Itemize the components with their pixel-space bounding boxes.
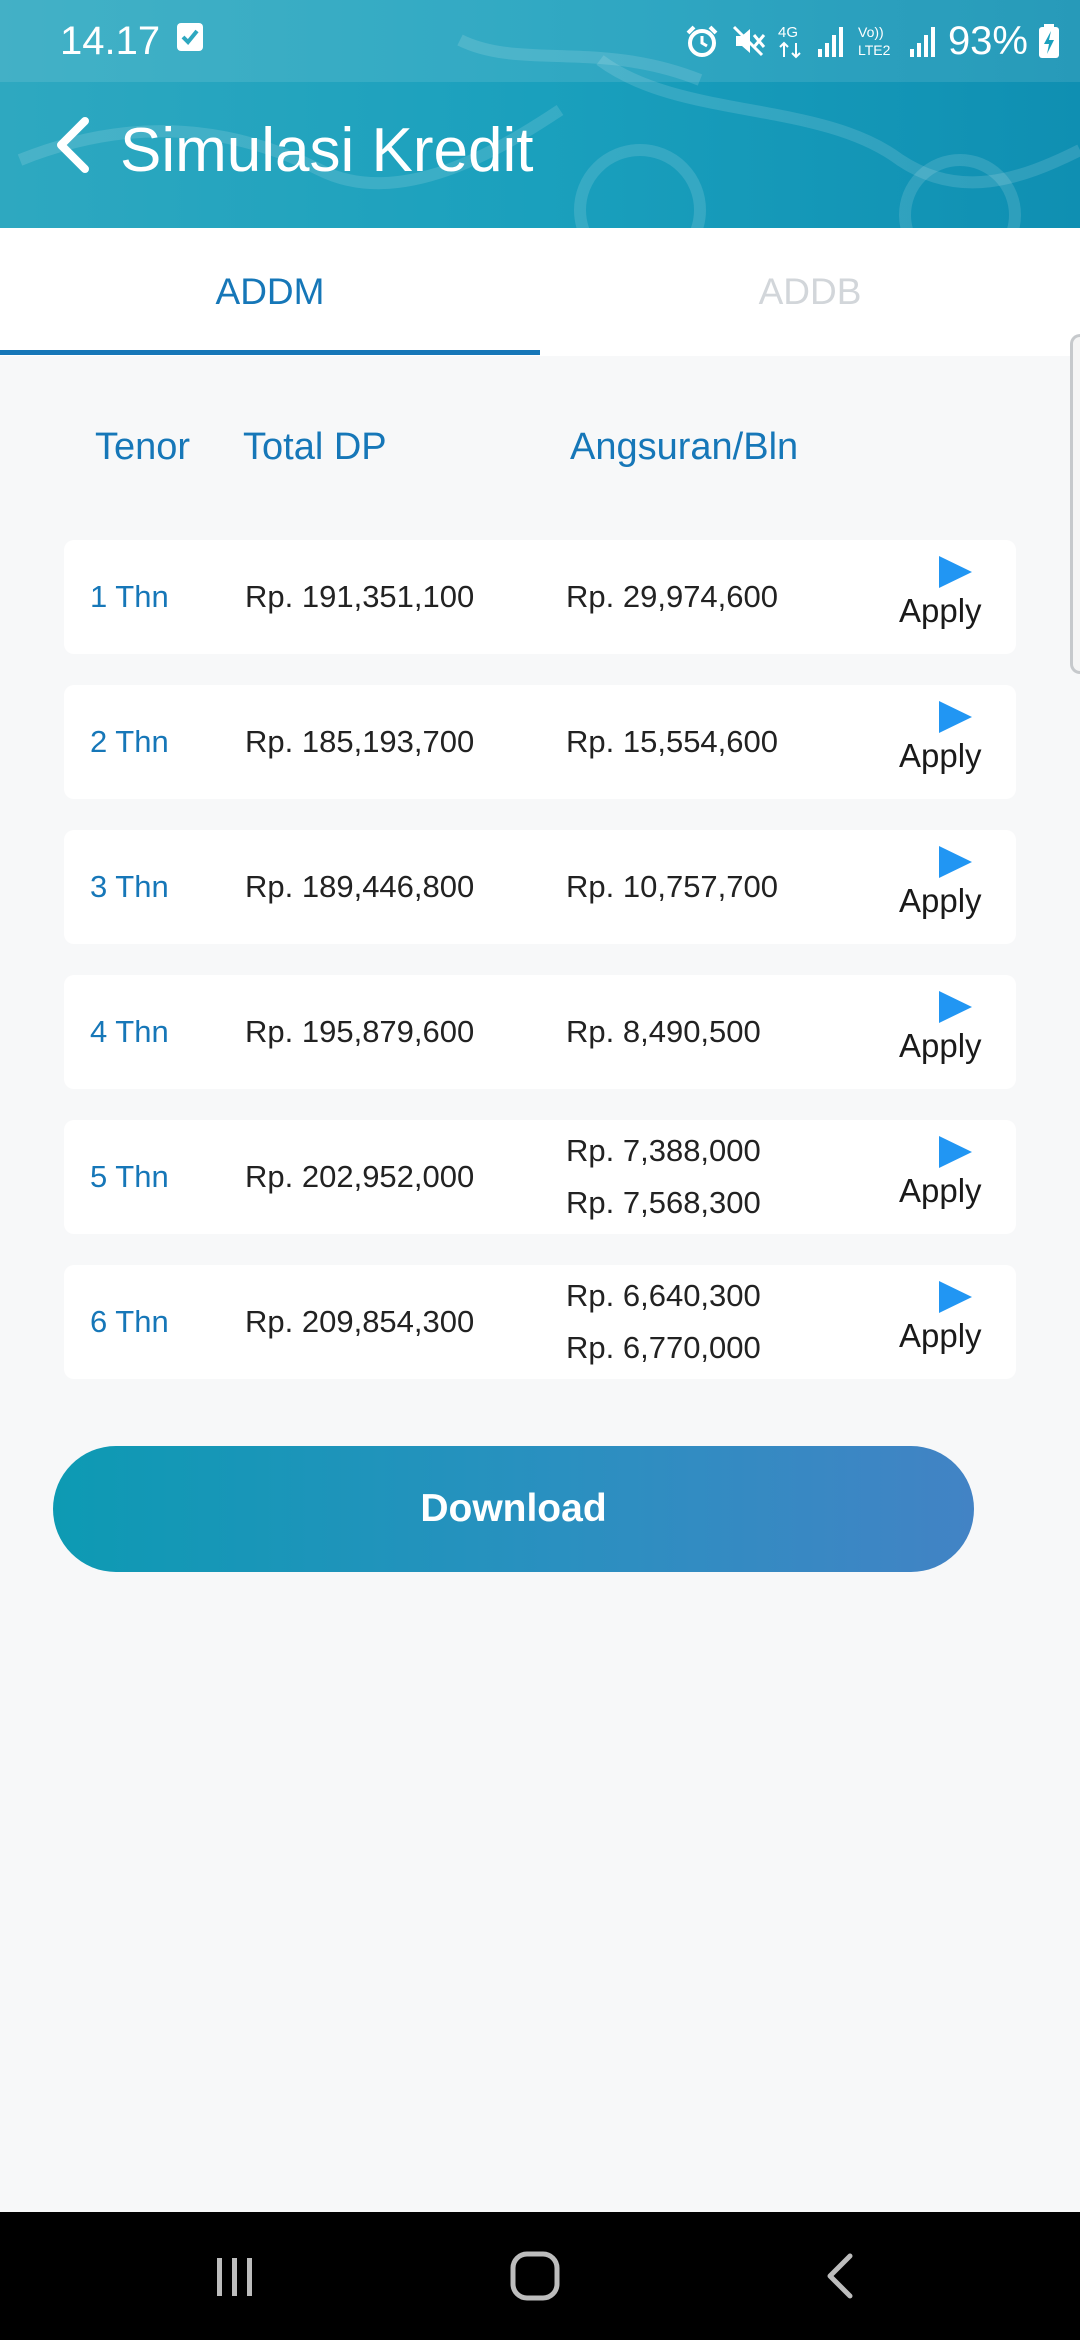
tenor-cell: 3 Thn xyxy=(90,869,169,904)
tab-indicator xyxy=(0,350,540,355)
angsuran-value: Rp. 8,490,500 xyxy=(566,1014,761,1049)
chevron-left-icon xyxy=(57,117,89,173)
total-dp-cell: Rp. 185,193,700 xyxy=(245,724,475,759)
apply-label: Apply xyxy=(899,1172,982,1209)
table-row: 1 Thn Rp. 191,351,100 Rp. 29,974,600 App… xyxy=(64,540,1016,654)
total-dp-cell: Rp. 209,854,300 xyxy=(245,1304,475,1339)
angsuran-cell: Rp. 6,640,300 Rp. 6,770,000 xyxy=(566,1265,761,1379)
apply-button[interactable]: Apply xyxy=(892,844,1012,934)
play-arrow-icon xyxy=(939,556,972,588)
angsuran-value: Rp. 15,554,600 xyxy=(566,724,779,759)
angsuran-value: Rp. 6,640,300 xyxy=(566,1278,761,1313)
apply-label: Apply xyxy=(899,737,982,774)
total-dp-cell: Rp. 191,351,100 xyxy=(245,579,475,614)
apply-label: Apply xyxy=(899,882,982,919)
angsuran-cell: Rp. 15,554,600 xyxy=(566,685,778,799)
tenor-cell: 2 Thn xyxy=(90,724,169,759)
page-title: Simulasi Kredit xyxy=(120,116,534,185)
task-check-icon xyxy=(177,23,203,51)
apply-button[interactable]: Apply xyxy=(892,699,1012,789)
tab-addm[interactable]: ADDM xyxy=(0,228,540,356)
apply-button[interactable]: Apply xyxy=(892,1134,1012,1224)
app-header: 14.17 4G Vo)) LTE2 93% Simulasi Kredit xyxy=(0,0,1080,228)
svg-text:LTE2: LTE2 xyxy=(858,42,891,58)
svg-text:Vo)): Vo)) xyxy=(858,24,884,40)
credit-table: 1 Thn Rp. 191,351,100 Rp. 29,974,600 App… xyxy=(64,540,1016,1410)
total-dp-cell: Rp. 195,879,600 xyxy=(245,1014,475,1049)
table-row: 5 Thn Rp. 202,952,000 Rp. 7,388,000 Rp. … xyxy=(64,1120,1016,1234)
system-nav-bar xyxy=(0,2212,1080,2340)
apply-label: Apply xyxy=(899,1027,982,1064)
angsuran-value: Rp. 10,757,700 xyxy=(566,869,779,904)
play-arrow-icon xyxy=(939,1281,972,1313)
battery-percent: 93% xyxy=(947,19,1028,63)
angsuran-cell: Rp. 10,757,700 xyxy=(566,830,778,944)
svg-text:4G: 4G xyxy=(778,24,798,41)
tenor-cell: 4 Thn xyxy=(90,1014,169,1049)
angsuran-value: Rp. 6,770,000 xyxy=(566,1330,761,1365)
angsuran-cell: Rp. 7,388,000 Rp. 7,568,300 xyxy=(566,1120,761,1234)
table-row: 3 Thn Rp. 189,446,800 Rp. 10,757,700 App… xyxy=(64,830,1016,944)
mute-icon xyxy=(732,25,766,57)
status-icons: 4G Vo)) LTE2 93% xyxy=(684,16,1060,66)
status-bar: 14.17 4G Vo)) LTE2 93% xyxy=(0,0,1080,82)
back-icon xyxy=(827,2253,853,2299)
play-arrow-icon xyxy=(939,701,972,733)
status-time: 14.17 xyxy=(60,19,161,63)
back-button[interactable] xyxy=(40,112,106,178)
total-dp-cell: Rp. 202,952,000 xyxy=(245,1159,475,1194)
column-tenor: Tenor xyxy=(95,426,191,468)
home-icon xyxy=(510,2251,560,2301)
table-row: 6 Thn Rp. 209,854,300 Rp. 6,640,300 Rp. … xyxy=(64,1265,1016,1379)
app-bar: Simulasi Kredit xyxy=(0,82,1080,228)
table-row: 2 Thn Rp. 185,193,700 Rp. 15,554,600 App… xyxy=(64,685,1016,799)
angsuran-value: Rp. 7,568,300 xyxy=(566,1185,761,1220)
play-arrow-icon xyxy=(939,991,972,1023)
alarm-icon xyxy=(686,25,718,57)
apply-button[interactable]: Apply xyxy=(892,1279,1012,1369)
volte-icon: Vo)) LTE2 xyxy=(858,24,891,58)
table-row: 4 Thn Rp. 195,879,600 Rp. 8,490,500 Appl… xyxy=(64,975,1016,1089)
signal-icon-1 xyxy=(817,27,843,57)
signal-icon-2 xyxy=(909,27,935,57)
tenor-cell: 6 Thn xyxy=(90,1304,169,1339)
table-header: Tenor Total DP Angsuran/Bln xyxy=(0,420,1080,480)
column-total-dp: Total DP xyxy=(243,426,387,468)
recent-apps-button[interactable] xyxy=(190,2240,280,2312)
angsuran-value: Rp. 7,388,000 xyxy=(566,1133,761,1168)
apply-label: Apply xyxy=(899,1317,982,1354)
nav-back-button[interactable] xyxy=(795,2240,885,2312)
apply-label: Apply xyxy=(899,592,982,629)
recent-apps-icon xyxy=(217,2258,252,2296)
scroll-handle[interactable] xyxy=(1070,334,1080,674)
network-4g-icon: 4G xyxy=(778,24,801,59)
angsuran-cell: Rp. 29,974,600 xyxy=(566,540,778,654)
play-arrow-icon xyxy=(939,1136,972,1168)
angsuran-cell: Rp. 8,490,500 xyxy=(566,975,761,1089)
angsuran-value: Rp. 29,974,600 xyxy=(566,579,779,614)
play-arrow-icon xyxy=(939,846,972,878)
home-button[interactable] xyxy=(490,2240,580,2312)
tenor-cell: 1 Thn xyxy=(90,579,169,614)
tenor-cell: 5 Thn xyxy=(90,1159,169,1194)
download-button[interactable]: Download xyxy=(53,1446,974,1572)
tab-bar: ADDM ADDB xyxy=(0,228,1080,356)
tab-addb[interactable]: ADDB xyxy=(540,228,1080,356)
battery-charging-icon xyxy=(1039,24,1059,58)
apply-button[interactable]: Apply xyxy=(892,989,1012,1079)
apply-button[interactable]: Apply xyxy=(892,554,1012,644)
column-angsuran: Angsuran/Bln xyxy=(570,426,799,468)
total-dp-cell: Rp. 189,446,800 xyxy=(245,869,475,904)
